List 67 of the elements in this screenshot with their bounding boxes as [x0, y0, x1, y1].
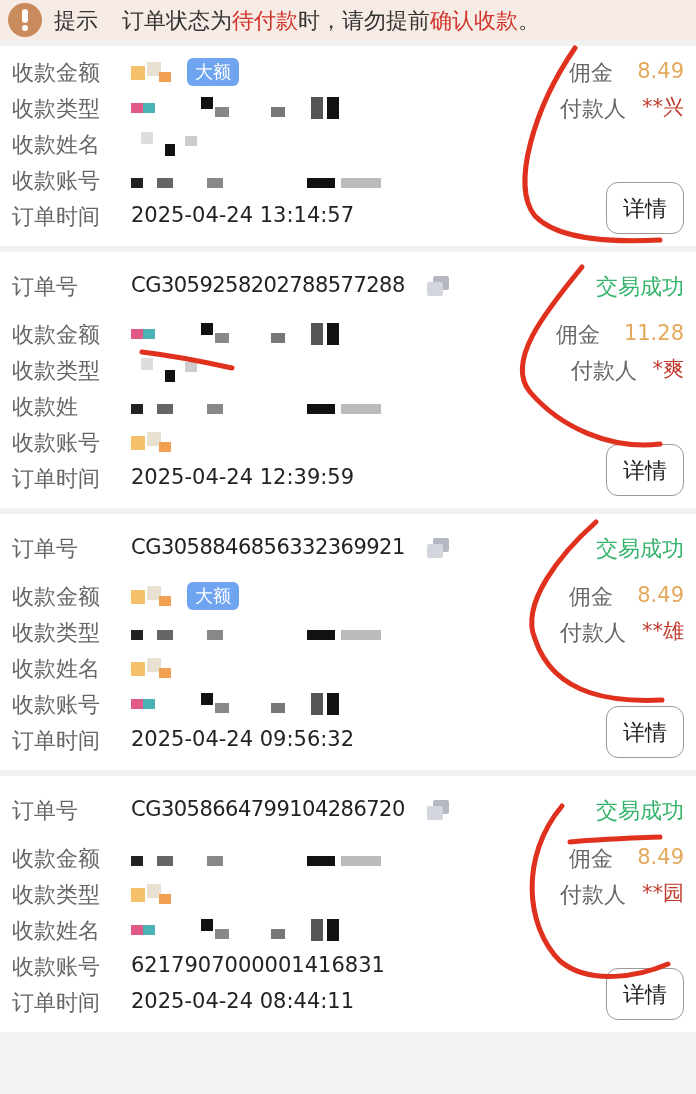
payer-label: 付款人 [560, 618, 626, 647]
copy-icon[interactable] [424, 536, 451, 560]
field-label: 订单时间 [12, 202, 101, 231]
commission-label: 佣金 [569, 58, 614, 87]
field-label: 收款姓名 [12, 130, 101, 159]
redaction-mosaic [131, 658, 171, 678]
details-button[interactable]: 详情 [606, 444, 684, 496]
field-label: 收款金额 [12, 58, 101, 87]
warning-icon [8, 3, 42, 37]
large-amount-tag: 大额 [187, 58, 239, 86]
field-label: 收款账号 [12, 690, 101, 719]
commission-label: 佣金 [569, 582, 614, 611]
payer-name: **园 [642, 880, 684, 908]
notice-message: 订单状态为待付款时，请勿提前确认收款。 [122, 6, 540, 35]
field-label: 收款类型 [12, 356, 101, 385]
field-label: 收款金额 [12, 320, 101, 349]
redaction-mosaic [131, 62, 171, 82]
payer-name: *爽 [652, 356, 684, 384]
copy-icon[interactable] [424, 798, 451, 822]
field-value: 2025-04-24 08:44:11 [131, 988, 355, 1016]
field-label: 收款账号 [12, 166, 101, 195]
redaction-mosaic [131, 586, 171, 606]
field-value: 2025-04-24 12:39:59 [131, 464, 355, 492]
field-label: 收款金额 [12, 844, 101, 873]
details-button[interactable]: 详情 [606, 182, 684, 234]
payer-name: **兴 [642, 94, 684, 122]
commission-value: 8.49 [637, 58, 684, 86]
field-label: 收款类型 [12, 94, 101, 123]
details-button[interactable]: 详情 [606, 706, 684, 758]
order-number: CG3058846856332369921 [131, 534, 405, 562]
status-text: 交易成功 [596, 796, 684, 825]
field-value: 6217907000001416831 [131, 952, 385, 980]
commission-label: 佣金 [569, 844, 614, 873]
commission-value: 11.28 [623, 320, 684, 348]
large-amount-tag: 大额 [187, 582, 239, 610]
field-label: 收款金额 [12, 582, 101, 611]
payer-label: 付款人 [560, 94, 626, 123]
order-number: CG3058664799104286720 [131, 796, 405, 824]
details-button[interactable]: 详情 [606, 968, 684, 1020]
payer-name: **雄 [642, 618, 684, 646]
order-label: 订单号 [12, 534, 79, 563]
order-label: 订单号 [12, 272, 79, 301]
order-number: CG3059258202788577288 [131, 272, 405, 300]
field-label: 收款姓名 [12, 654, 101, 683]
commission-value: 8.49 [637, 582, 684, 610]
status-text: 交易成功 [596, 534, 684, 563]
redaction-mosaic [131, 432, 171, 452]
field-label: 收款账号 [12, 952, 101, 981]
field-label: 订单时间 [12, 988, 101, 1017]
copy-icon[interactable] [424, 274, 451, 298]
notice-label: 提示 [54, 6, 98, 35]
commission-value: 8.49 [637, 844, 684, 872]
field-label: 收款类型 [12, 618, 101, 647]
field-label: 收款姓 [12, 392, 79, 421]
commission-label: 佣金 [555, 320, 600, 349]
payer-label: 付款人 [570, 356, 637, 385]
field-label: 订单时间 [12, 464, 101, 493]
field-value: 2025-04-24 13:14:57 [131, 202, 355, 230]
field-label: 收款账号 [12, 428, 101, 457]
order-label: 订单号 [12, 796, 79, 825]
field-label: 订单时间 [12, 726, 101, 755]
field-label: 收款姓名 [12, 916, 101, 945]
field-value: 2025-04-24 09:56:32 [131, 726, 355, 754]
redaction-mosaic [131, 884, 171, 904]
payer-label: 付款人 [560, 880, 626, 909]
field-label: 收款类型 [12, 880, 101, 909]
status-text: 交易成功 [596, 272, 684, 301]
